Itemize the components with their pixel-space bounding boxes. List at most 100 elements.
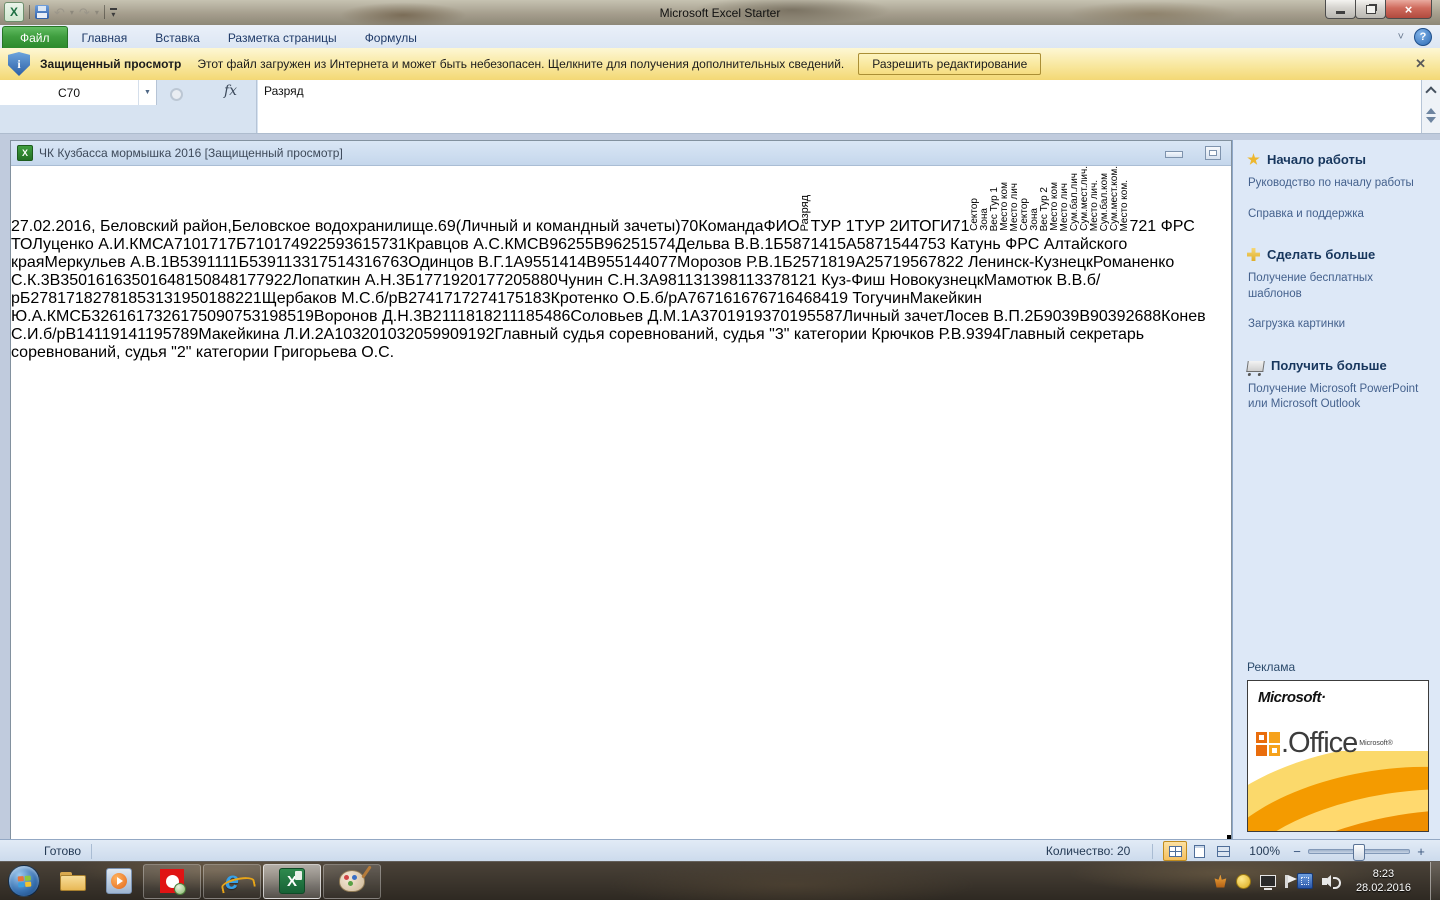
taskbar-item-media-player[interactable] [102, 865, 136, 897]
status-ready: Готово [44, 844, 81, 858]
taskpane-link[interactable]: Справка и поддержка [1248, 207, 1428, 223]
quick-access-toolbar: X ↶ ▾ ↷ ▾ ▾ [4, 2, 117, 22]
taskpane-section-start: Начало работы Руководство по началу рабо… [1247, 152, 1428, 237]
excel-document-icon: X [17, 145, 33, 161]
internet-explorer-icon: e [225, 869, 239, 893]
tab-file[interactable]: Файл [2, 26, 68, 48]
close-button[interactable]: × [1385, 0, 1432, 19]
chevron-up-icon[interactable] [1425, 86, 1436, 97]
network-icon[interactable] [1260, 875, 1276, 887]
excel-icon: X [279, 868, 305, 894]
taskbar-item-internet-explorer[interactable]: e [203, 864, 261, 899]
workbook-title-bar: X ЧК Кузбасса мормышка 2016 [Защищенный … [11, 141, 1231, 166]
close-icon[interactable]: ✕ [1415, 56, 1426, 72]
minimize-button[interactable] [1325, 0, 1356, 19]
tray-app-icon[interactable] [1214, 875, 1227, 888]
sparkle-icon [1247, 153, 1260, 166]
window-title: Microsoft Excel Starter [0, 0, 1440, 25]
tab-formulas[interactable]: Формулы [351, 27, 431, 48]
show-desktop-button[interactable] [1430, 862, 1440, 900]
spreadsheet-grid: 27.02.2016, Беловский район,Беловское во… [11, 166, 1231, 839]
insert-function-button[interactable]: fx [224, 83, 237, 99]
office-ad[interactable]: Microsoft· .Office Microsoft® [1247, 680, 1429, 832]
separator [104, 5, 105, 19]
section-title: Получить больше [1271, 358, 1387, 373]
help-icon[interactable]: ? [1414, 28, 1432, 46]
taskpane-section-do-more: Сделать больше Получение бесплатных шабл… [1247, 247, 1428, 348]
formula-bar-content[interactable]: Разряд [258, 80, 1422, 133]
customize-qat-button[interactable]: ▾ [110, 8, 117, 17]
system-tray: 8:23 28.02.2016 [1214, 862, 1440, 900]
task-pane: Начало работы Руководство по началу рабо… [1232, 140, 1440, 840]
folder-icon [60, 872, 86, 891]
page-break-view-button[interactable] [1211, 841, 1235, 861]
chevron-down-icon[interactable]: ▼ [138, 80, 156, 105]
ad-label: Реклама [1247, 660, 1428, 674]
tab-home[interactable]: Главная [68, 27, 142, 48]
taskpane-link[interactable]: Получение Microsoft PowerPoint или Micro… [1248, 382, 1428, 413]
undo-dropdown-icon[interactable]: ▾ [70, 8, 74, 17]
scroll-down-icon[interactable] [1426, 117, 1436, 123]
zoom-out-button[interactable]: − [1290, 844, 1304, 859]
restore-button[interactable] [1355, 0, 1386, 19]
zoom-slider[interactable] [1308, 849, 1410, 854]
taskbar-item-paint[interactable] [323, 864, 381, 899]
start-button[interactable] [8, 865, 40, 897]
name-box[interactable]: C70 ▼ [0, 80, 157, 105]
normal-view-button[interactable] [1163, 841, 1187, 861]
tray-blue-app-icon[interactable] [1297, 873, 1313, 889]
separator [29, 5, 30, 19]
redo-dropdown-icon[interactable]: ▾ [95, 8, 99, 17]
tab-page-layout[interactable]: Разметка страницы [214, 27, 351, 48]
workbook-restore-button[interactable] [1205, 146, 1221, 160]
window-controls: × [1326, 0, 1432, 19]
clock-date: 28.02.2016 [1356, 881, 1411, 895]
taskbar-clock[interactable]: 8:23 28.02.2016 [1356, 867, 1411, 895]
fill-handle[interactable] [1226, 834, 1231, 839]
formula-bar-circle-icon [170, 88, 183, 101]
undo-button[interactable]: ↶ [54, 6, 65, 19]
taskbar: e X 8:23 28.02.2016 [0, 861, 1440, 900]
clock-time: 8:23 [1356, 867, 1411, 881]
chevron-down-icon[interactable]: ˅ [1398, 31, 1404, 43]
taskbar-item-explorer[interactable] [56, 865, 90, 897]
workbook-minimize-button[interactable] [1165, 151, 1183, 158]
taskpane-link[interactable]: Руководство по началу работы [1248, 176, 1428, 192]
protected-view-message: Этот файл загружен из Интернета и может … [197, 57, 844, 71]
excel-app-icon[interactable]: X [4, 2, 24, 22]
red-app-icon [160, 869, 184, 893]
zoom-in-button[interactable]: + [1414, 844, 1428, 859]
paint-icon [339, 870, 365, 892]
tray-coin-icon[interactable] [1236, 874, 1251, 889]
redo-button[interactable]: ↷ [79, 6, 90, 19]
office-logo: .Office Microsoft® [1256, 729, 1393, 758]
volume-icon[interactable] [1322, 878, 1327, 885]
zoom-slider-thumb[interactable] [1353, 844, 1365, 861]
enable-editing-button[interactable]: Разрешить редактирование [858, 53, 1041, 75]
ribbon-tab-strip: Файл Главная Вставка Разметка страницы Ф… [0, 25, 1440, 49]
formula-bar: C70 ▼ fx Разряд [0, 80, 1440, 134]
tab-insert[interactable]: Вставка [141, 27, 214, 48]
save-button[interactable] [35, 5, 49, 19]
workbook-window: X ЧК Кузбасса мормышка 2016 [Защищенный … [10, 140, 1232, 840]
taskpane-link[interactable]: Загрузка картинки [1248, 317, 1428, 333]
view-shortcuts [1163, 841, 1235, 861]
desktop-screen: X ↶ ▾ ↷ ▾ ▾ Microsoft Excel Starter × Файл… [0, 0, 1440, 900]
name-box-value: C70 [0, 86, 138, 100]
taskbar-item-red-app[interactable] [143, 864, 201, 899]
status-count: Количество: 20 [1046, 844, 1130, 858]
protected-view-bar: i Защищенный просмотр Этот файл загружен… [0, 48, 1440, 81]
page-layout-view-button[interactable] [1187, 841, 1211, 861]
media-player-icon [106, 868, 132, 894]
office-squares-icon [1256, 732, 1280, 756]
formula-bar-expand-control[interactable] [1421, 80, 1440, 133]
ad-swoosh [1248, 751, 1428, 831]
action-center-flag-icon[interactable] [1285, 875, 1288, 888]
protected-view-label: Защищенный просмотр [40, 57, 181, 71]
title-bar: X ↶ ▾ ↷ ▾ ▾ Microsoft Excel Starter × [0, 0, 1440, 25]
section-title: Сделать больше [1267, 247, 1375, 262]
taskpane-link[interactable]: Получение бесплатных шаблонов [1248, 271, 1428, 302]
zoom-level[interactable]: 100% [1249, 844, 1280, 858]
scroll-up-icon[interactable] [1426, 108, 1436, 114]
taskbar-item-excel[interactable]: X [263, 864, 321, 899]
